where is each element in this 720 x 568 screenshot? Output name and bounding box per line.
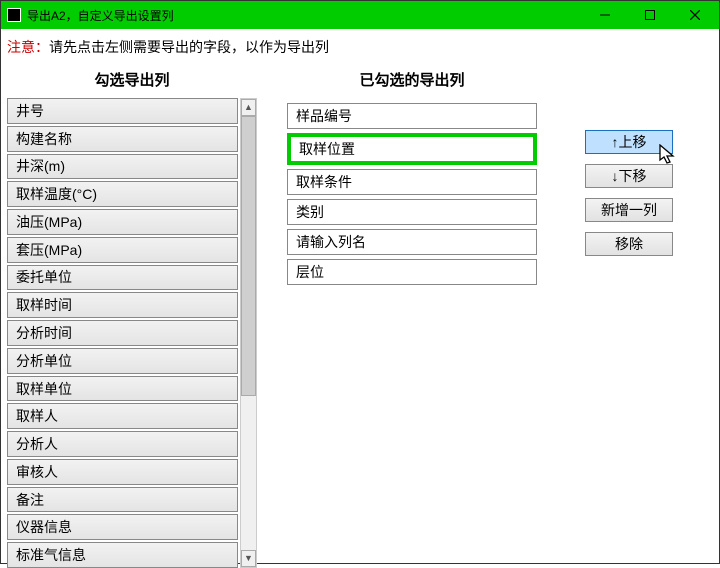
selected-field-item[interactable]: 取样位置 <box>287 133 537 165</box>
move-down-button[interactable]: ↓下移 <box>585 164 673 188</box>
available-field-item[interactable]: 审核人 <box>7 459 238 485</box>
available-field-item[interactable]: 构建名称 <box>7 126 238 152</box>
add-column-button[interactable]: 新增一列 <box>585 198 673 222</box>
close-icon <box>690 10 700 20</box>
maximize-icon <box>645 10 655 20</box>
available-field-item[interactable]: 取样人 <box>7 403 238 429</box>
add-column-label: 新增一列 <box>601 200 657 220</box>
selected-field-item[interactable]: 层位 <box>287 259 537 285</box>
maximize-button[interactable] <box>627 1 672 29</box>
selected-field-item[interactable]: 样品编号 <box>287 103 537 129</box>
notice-bar: 注意：请先点击左侧需要导出的字段，以作为导出列 <box>1 29 719 65</box>
available-fields-wrap: 井号构建名称井深(m)取样温度(°C)油压(MPa)套压(MPa)委托单位取样时… <box>7 98 257 568</box>
scroll-down-button[interactable]: ▼ <box>241 550 256 567</box>
window-titlebar: 导出A2，自定义导出设置列 <box>1 1 719 29</box>
available-field-item[interactable]: 备注 <box>7 487 238 513</box>
selected-fields-list: 样品编号取样位置取样条件类别请输入列名层位 <box>287 98 537 285</box>
titlebar-left: 导出A2，自定义导出设置列 <box>7 7 174 24</box>
available-field-item[interactable]: 井号 <box>7 98 238 124</box>
available-field-item[interactable]: 套压(MPa) <box>7 237 238 263</box>
available-fields-column: 勾选导出列 井号构建名称井深(m)取样温度(°C)油压(MPa)套压(MPa)委… <box>7 65 257 568</box>
available-field-item[interactable]: 分析单位 <box>7 348 238 374</box>
remove-label: 移除 <box>615 234 643 254</box>
notice-text: 请先点击左侧需要导出的字段，以作为导出列 <box>49 39 329 55</box>
move-up-label: ↑上移 <box>612 132 647 152</box>
selected-field-item[interactable]: 取样条件 <box>287 169 537 195</box>
available-field-item[interactable]: 取样单位 <box>7 376 238 402</box>
selected-field-item[interactable]: 类别 <box>287 199 537 225</box>
app-icon <box>7 8 21 22</box>
scroll-up-button[interactable]: ▲ <box>241 99 256 116</box>
available-field-item[interactable]: 仪器信息 <box>7 514 238 540</box>
available-field-item[interactable]: 井深(m) <box>7 154 238 180</box>
window-title: 导出A2，自定义导出设置列 <box>27 7 174 24</box>
available-field-item[interactable]: 油压(MPa) <box>7 209 238 235</box>
available-field-item[interactable]: 取样温度(°C) <box>7 181 238 207</box>
remove-button[interactable]: 移除 <box>585 232 673 256</box>
available-field-item[interactable]: 标准气信息 <box>7 542 238 568</box>
notice-label: 注意： <box>7 39 49 55</box>
move-up-button[interactable]: ↑上移 <box>585 130 673 154</box>
action-buttons-column: ↑上移 ↓下移 新增一列 移除 <box>585 130 673 568</box>
content-area: 勾选导出列 井号构建名称井深(m)取样温度(°C)油压(MPa)套压(MPa)委… <box>1 65 719 568</box>
available-fields-list: 井号构建名称井深(m)取样温度(°C)油压(MPa)套压(MPa)委托单位取样时… <box>7 98 238 568</box>
selected-fields-column: 已勾选的导出列 样品编号取样位置取样条件类别请输入列名层位 <box>287 65 537 568</box>
available-field-item[interactable]: 委托单位 <box>7 265 238 291</box>
available-field-item[interactable]: 分析人 <box>7 431 238 457</box>
move-down-label: ↓下移 <box>612 166 647 186</box>
selected-field-item[interactable]: 请输入列名 <box>287 229 537 255</box>
available-field-item[interactable]: 分析时间 <box>7 320 238 346</box>
close-button[interactable] <box>672 1 717 29</box>
scrollbar-vertical[interactable]: ▲ ▼ <box>240 98 257 568</box>
minimize-button[interactable] <box>582 1 627 29</box>
minimize-icon <box>600 10 610 20</box>
available-fields-header: 勾选导出列 <box>7 65 257 98</box>
available-field-item[interactable]: 取样时间 <box>7 292 238 318</box>
scroll-thumb[interactable] <box>241 116 256 396</box>
window-controls <box>582 1 717 29</box>
selected-fields-header: 已勾选的导出列 <box>287 65 537 98</box>
